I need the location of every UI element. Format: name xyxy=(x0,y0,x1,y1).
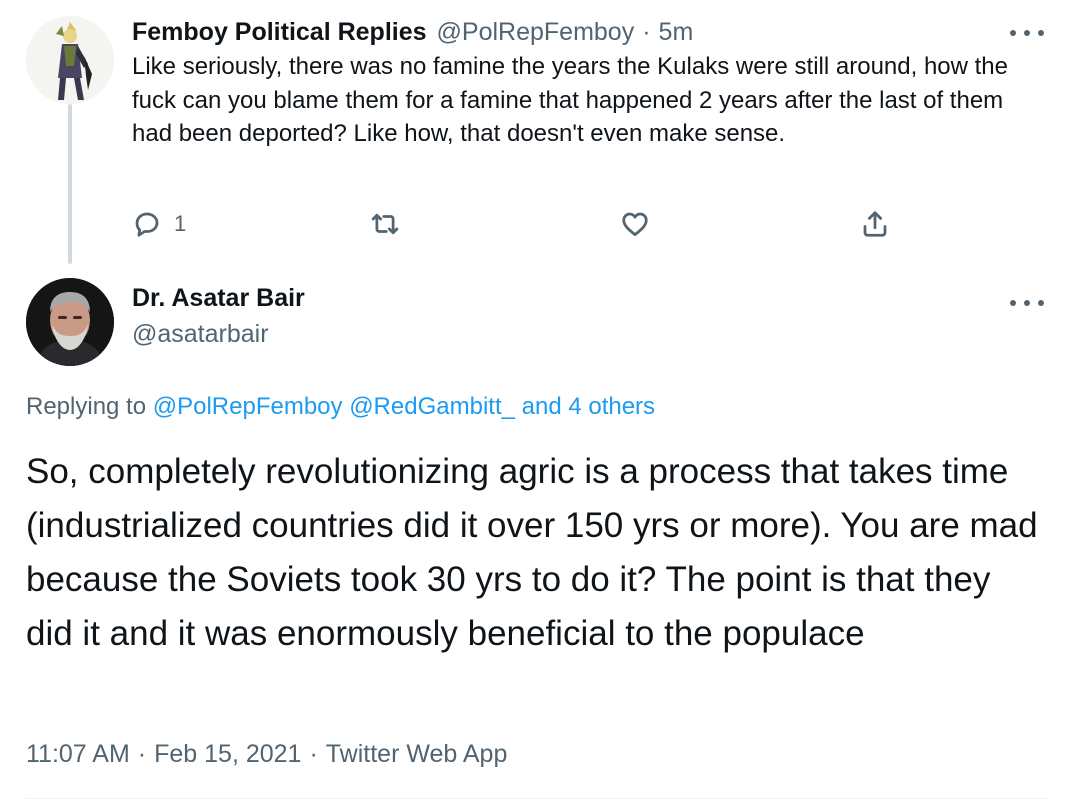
parent-tweet-text: Like seriously, there was no famine the … xyxy=(132,53,1008,147)
like-button[interactable] xyxy=(620,204,650,244)
retweet-icon xyxy=(371,213,399,235)
parent-handle[interactable]: @PolRepFemboy xyxy=(437,18,635,47)
parent-timestamp[interactable]: 5m xyxy=(659,18,694,47)
avatar-image xyxy=(26,16,114,104)
tweet-metadata: 11:07 AM · Feb 15, 2021 · Twitter Web App xyxy=(26,740,507,769)
more-icon[interactable] xyxy=(1010,297,1044,309)
main-tweet-text: So, completely revolutionizing agric is … xyxy=(26,452,1038,653)
replying-to-line: Replying to @PolRepFemboy @RedGambitt_ a… xyxy=(26,393,655,421)
author-handle[interactable]: @asatarbair xyxy=(132,320,269,349)
divider xyxy=(26,798,1048,799)
separator-dot: · xyxy=(642,17,651,46)
heart-icon xyxy=(622,212,648,236)
tweet-source[interactable]: Twitter Web App xyxy=(326,740,508,768)
share-icon xyxy=(863,211,887,237)
separator-dot: · xyxy=(309,740,318,768)
parent-tweet-actions: 1 xyxy=(0,204,1074,244)
more-icon[interactable] xyxy=(1010,27,1044,39)
retweet-button[interactable] xyxy=(370,204,400,244)
reply-count: 1 xyxy=(174,211,187,236)
author-display-name[interactable]: Dr. Asatar Bair xyxy=(132,284,305,313)
parent-display-name[interactable]: Femboy Political Replies xyxy=(132,18,427,47)
tweet-time[interactable]: 11:07 AM xyxy=(26,740,130,768)
avatar[interactable] xyxy=(26,16,114,104)
tweet-date[interactable]: Feb 15, 2021 xyxy=(154,740,301,768)
replying-to-label: Replying to xyxy=(26,393,147,420)
reply-icon xyxy=(135,212,159,237)
reply-button[interactable]: 1 xyxy=(132,204,186,244)
replying-to-accounts[interactable]: @PolRepFemboy @RedGambitt_ and 4 others xyxy=(153,393,655,420)
share-button[interactable] xyxy=(860,204,890,244)
separator-dot: · xyxy=(137,740,147,768)
avatar[interactable] xyxy=(26,278,114,366)
avatar-image xyxy=(26,278,114,366)
parent-tweet-header: Femboy Political Replies @PolRepFemboy ·… xyxy=(132,16,693,48)
